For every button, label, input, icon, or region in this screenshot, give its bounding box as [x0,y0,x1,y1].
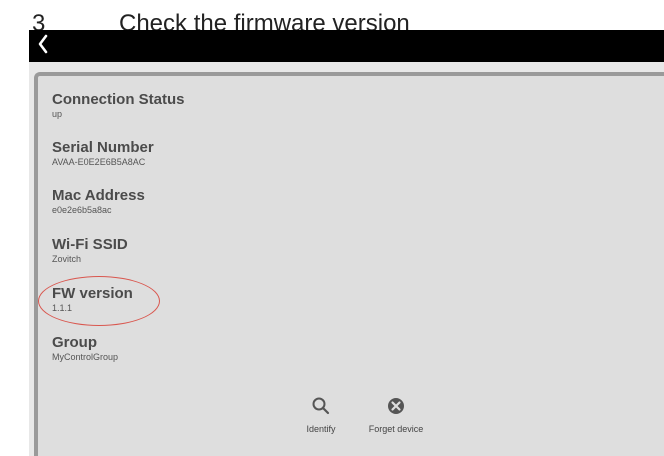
field-connection-status: Connection Status up [52,91,185,120]
field-value: e0e2e6b5a8ac [52,205,112,215]
field-value: MyControlGroup [52,352,119,362]
close-circle-icon [388,398,404,414]
field-label: Serial Number [52,139,154,156]
field-label: Connection Status [52,91,185,108]
field-value: up [52,109,63,119]
identify-button[interactable]: Identify [296,396,346,434]
field-value: 1.1.1 [52,303,73,313]
field-value: AVAA-E0E2E6B5A8AC [52,157,146,167]
field-group: Group MyControlGroup [52,334,118,363]
field-mac-address: Mac Address e0e2e6b5a8ac [52,187,145,216]
field-label: Group [52,334,97,351]
field-label: Wi-Fi SSID [52,236,128,253]
field-serial-number: Serial Number AVAA-E0E2E6B5A8AC [52,139,154,168]
top-bar [29,30,664,62]
back-button[interactable] [37,33,49,55]
search-icon [312,397,330,415]
field-value: Zovitch [52,254,82,264]
field-label: FW version [52,285,133,302]
field-fw-version: FW version 1.1.1 [52,285,133,314]
field-label: Mac Address [52,187,145,204]
forget-device-button[interactable]: Forget device [356,396,436,434]
device-info-panel: Connection Status up Serial Number AVAA-… [34,72,664,456]
forget-device-label: Forget device [368,424,424,434]
field-wifi-ssid: Wi-Fi SSID Zovitch [52,236,128,265]
identify-label: Identify [306,424,336,434]
chevron-left-icon [38,34,48,54]
